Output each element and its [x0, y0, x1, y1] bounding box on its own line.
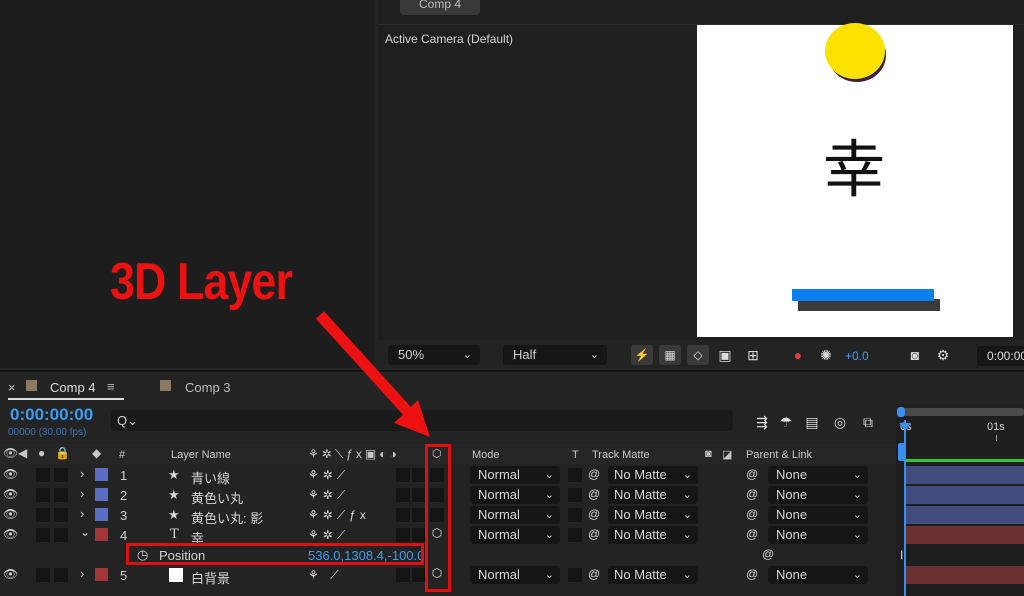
annotation-position-box [126, 543, 424, 565]
annotation-3d-column-box [425, 444, 451, 592]
annotation-arrow [315, 311, 430, 437]
